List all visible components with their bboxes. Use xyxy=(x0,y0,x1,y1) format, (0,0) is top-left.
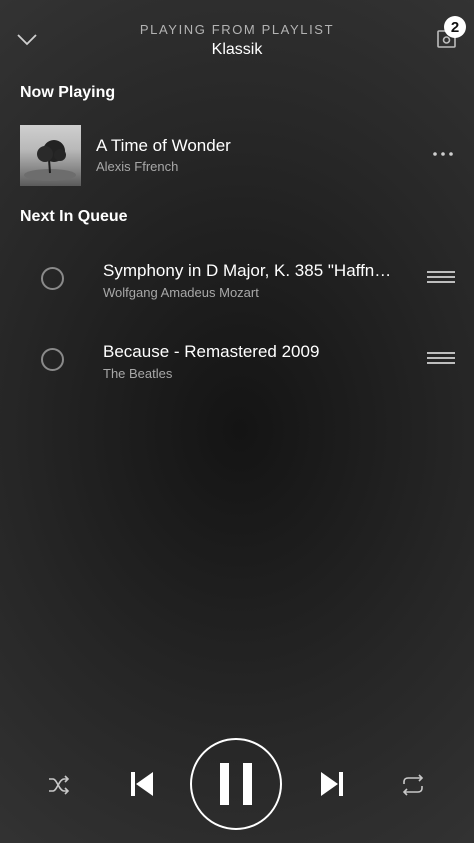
collapse-button[interactable] xyxy=(14,28,40,52)
select-checkbox[interactable] xyxy=(41,267,64,290)
queue-item[interactable]: Symphony in D Major, K. 385 "Haffner" Wo… xyxy=(0,250,474,310)
shuffle-button[interactable] xyxy=(44,770,74,800)
skip-previous-icon xyxy=(131,772,153,796)
album-art xyxy=(20,125,81,186)
queue-item-artist: Wolfgang Amadeus Mozart xyxy=(103,285,259,300)
repeat-button[interactable] xyxy=(398,770,428,800)
drag-handle-icon[interactable] xyxy=(427,352,455,368)
repeat-icon xyxy=(402,774,424,796)
context-label: PLAYING FROM PLAYLIST xyxy=(139,22,335,37)
playing-context-header: PLAYING FROM PLAYLIST Klassik xyxy=(80,22,394,59)
more-options-icon xyxy=(433,152,453,156)
queue-item-title: Because - Remastered 2009 xyxy=(103,342,320,361)
select-checkbox[interactable] xyxy=(41,348,64,371)
pause-icon xyxy=(220,763,252,805)
queue-item-title: Symphony in D Major, K. 385 "Haffner" xyxy=(103,261,395,280)
now-playing-track[interactable]: A Time of Wonder Alexis Ffrench xyxy=(0,123,474,187)
now-playing-song-title: A Time of Wonder xyxy=(96,136,231,155)
playlist-name[interactable]: Klassik xyxy=(80,41,394,59)
chevron-down-icon xyxy=(17,34,37,46)
drag-handle-icon[interactable] xyxy=(427,271,455,287)
skip-next-icon xyxy=(321,772,343,796)
devices-count-badge: 2 xyxy=(444,16,466,38)
skip-previous-button[interactable] xyxy=(124,766,160,802)
skip-next-button[interactable] xyxy=(314,766,350,802)
shuffle-icon xyxy=(49,775,70,795)
pause-button[interactable] xyxy=(190,738,282,830)
devices-button[interactable]: 2 xyxy=(432,16,466,54)
queue-item-artist: The Beatles xyxy=(103,366,173,381)
next-in-queue-title: Next In Queue xyxy=(20,208,128,225)
now-playing-title: Now Playing xyxy=(20,84,116,101)
more-options-button[interactable] xyxy=(428,139,458,169)
now-playing-artist: Alexis Ffrench xyxy=(96,159,179,174)
queue-item[interactable]: Because - Remastered 2009 The Beatles xyxy=(0,331,474,391)
